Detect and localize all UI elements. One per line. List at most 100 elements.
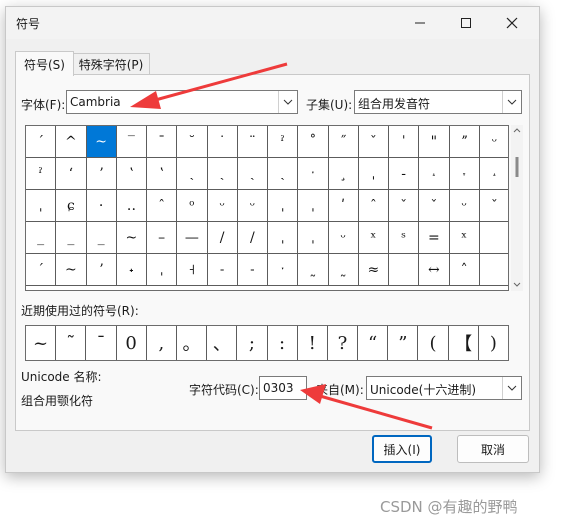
symbol-cell[interactable]: ˗ <box>237 254 268 286</box>
symbol-cell[interactable]: ʻ <box>56 158 87 190</box>
symbol-cell[interactable]: ˧ <box>177 254 208 286</box>
symbol-cell[interactable]: ˣ <box>449 222 480 254</box>
symbol-cell[interactable]: ᵕ <box>449 190 480 222</box>
symbol-cell[interactable]: ᵕ <box>207 190 238 222</box>
symbol-cell[interactable]: ˀ <box>26 158 57 190</box>
symbol-cell[interactable]: / <box>207 222 238 254</box>
subset-select[interactable]: 组合用发音符 <box>354 90 522 114</box>
symbol-cell[interactable]: _ <box>56 222 87 254</box>
symbol-cell[interactable]: ˇ <box>479 190 508 222</box>
symbol-cell[interactable]: ~ <box>116 222 147 254</box>
symbol-cell[interactable]: ˔ <box>479 158 508 190</box>
symbol-cell[interactable]: ʼ <box>86 254 117 286</box>
recent-symbol[interactable]: 0 <box>117 326 147 360</box>
symbol-cell[interactable]: ‾ <box>116 126 147 158</box>
recent-symbol[interactable]: 【 <box>449 326 479 360</box>
symbol-cell[interactable]: _ <box>86 222 117 254</box>
tab-symbols[interactable]: 符号(S) <box>15 51 74 76</box>
recent-symbol[interactable]: ( <box>418 326 449 360</box>
recent-symbol[interactable]: 、 <box>207 326 238 360</box>
recent-symbol[interactable]: : <box>268 326 298 360</box>
symbol-cell[interactable]: ˌ <box>268 190 299 222</box>
recent-symbol[interactable]: ! <box>298 326 328 360</box>
symbol-cell[interactable] <box>389 254 420 286</box>
symbol-cell[interactable]: ˈ <box>389 126 420 158</box>
symbol-cell[interactable]: ˏ <box>207 158 238 190</box>
symbol-cell[interactable]: ~ <box>56 254 87 286</box>
symbol-cell[interactable]: ˝ <box>328 126 359 158</box>
symbol-cell[interactable]: — <box>177 222 208 254</box>
symbol-cell[interactable]: ʽ <box>147 158 178 190</box>
symbol-cell[interactable]: = <box>419 222 450 254</box>
insert-button[interactable]: 插入(I) <box>372 435 432 463</box>
symbol-cell[interactable]: · <box>86 190 117 222</box>
symbol-cell[interactable]: ˌ <box>147 254 178 286</box>
symbol-cell[interactable]: ˌ <box>268 222 299 254</box>
symbol-cell[interactable]: ˌ <box>298 190 329 222</box>
symbol-cell[interactable]: ¨ <box>237 126 268 158</box>
symbol-cell[interactable]: _ <box>26 222 57 254</box>
recent-symbol[interactable]: , <box>147 326 177 360</box>
symbol-cell[interactable]: ˗ <box>207 254 238 286</box>
recent-symbol[interactable]: ¯ <box>86 326 117 360</box>
symbol-cell[interactable] <box>479 222 508 254</box>
symbol-cell[interactable]: " <box>419 126 450 158</box>
symbol-cell[interactable]: ˢ <box>389 222 420 254</box>
symbol-cell[interactable]: ˕ <box>449 158 480 190</box>
symbol-cell[interactable]: ˇ <box>389 190 420 222</box>
symbol-cell[interactable]: ↔ <box>419 254 450 286</box>
symbol-cell[interactable]: ˀ <box>268 126 299 158</box>
recent-symbol[interactable]: ? <box>328 326 359 360</box>
symbol-cell[interactable]: – <box>147 222 178 254</box>
close-button[interactable] <box>489 7 535 39</box>
symbol-cell[interactable]: ˆ <box>147 190 178 222</box>
symbol-cell[interactable]: ᵕ <box>328 222 359 254</box>
symbol-cell[interactable]: ˣ <box>358 222 389 254</box>
symbol-cell[interactable]: ʹ <box>328 190 359 222</box>
symbol-cell[interactable]: ≈ <box>358 254 389 286</box>
symbol-cell[interactable]: ˮ <box>449 126 480 158</box>
symbol-cell[interactable]: ɕ <box>56 190 87 222</box>
minimize-button[interactable] <box>397 7 443 39</box>
symbol-cell[interactable]: ~ <box>86 126 117 158</box>
recent-symbol[interactable]: 。 <box>177 326 208 360</box>
recent-symbol[interactable]: ; <box>237 326 268 360</box>
symbol-cell[interactable]: ˷ <box>328 254 359 286</box>
symbol-cell[interactable]: ˌ <box>26 190 57 222</box>
symbol-cell[interactable]: ˑ <box>268 254 299 286</box>
symbol-cell[interactable]: ᵒ <box>177 190 208 222</box>
recent-symbol[interactable]: ˜ <box>56 326 87 360</box>
symbol-cell[interactable]: ^ <box>56 126 87 158</box>
symbol-cell[interactable]: ˌ <box>298 222 329 254</box>
tab-special-characters[interactable]: 特殊字符(P) <box>72 53 150 76</box>
recent-symbol[interactable]: “ <box>358 326 389 360</box>
symbol-cell[interactable]: ˌ <box>358 158 389 190</box>
symbol-cell[interactable]: ˘ <box>177 126 208 158</box>
recent-symbol[interactable]: ) <box>479 326 508 360</box>
from-select[interactable]: Unicode(十六进制) <box>366 376 522 400</box>
symbol-cell[interactable]: ˊ <box>26 254 57 286</box>
symbol-cell[interactable]: ˇ <box>419 190 450 222</box>
symbol-cell[interactable]: ˖ <box>116 254 147 286</box>
symbol-cell[interactable]: ˏ <box>177 158 208 190</box>
symbol-cell[interactable]: ʽ <box>116 158 147 190</box>
recent-symbol[interactable]: ” <box>388 326 419 360</box>
symbol-cell[interactable]: ˙ <box>207 126 238 158</box>
symbol-cell[interactable]: ˊ <box>26 126 57 158</box>
cancel-button[interactable]: 取消 <box>457 435 529 463</box>
symbol-cell[interactable]: ¸ <box>328 158 359 190</box>
vertical-scrollbar[interactable] <box>511 125 523 291</box>
recent-symbol[interactable]: ~ <box>26 326 57 360</box>
symbol-cell[interactable]: ˚ <box>298 126 329 158</box>
symbol-cell[interactable]: ᵕ <box>479 126 508 158</box>
symbol-cell[interactable]: ˆ <box>358 190 389 222</box>
symbol-cell[interactable]: ˷ <box>298 254 329 286</box>
maximize-button[interactable] <box>443 7 489 39</box>
symbol-cell[interactable]: ˑ <box>298 158 329 190</box>
symbol-cell[interactable]: ˇ <box>358 126 389 158</box>
symbol-cell[interactable]: ˔ <box>419 158 450 190</box>
symbol-cell[interactable]: ‥ <box>116 190 147 222</box>
symbol-cell[interactable] <box>479 254 508 286</box>
symbol-cell[interactable]: ‐ <box>389 158 420 190</box>
symbol-cell[interactable]: ¯ <box>147 126 178 158</box>
